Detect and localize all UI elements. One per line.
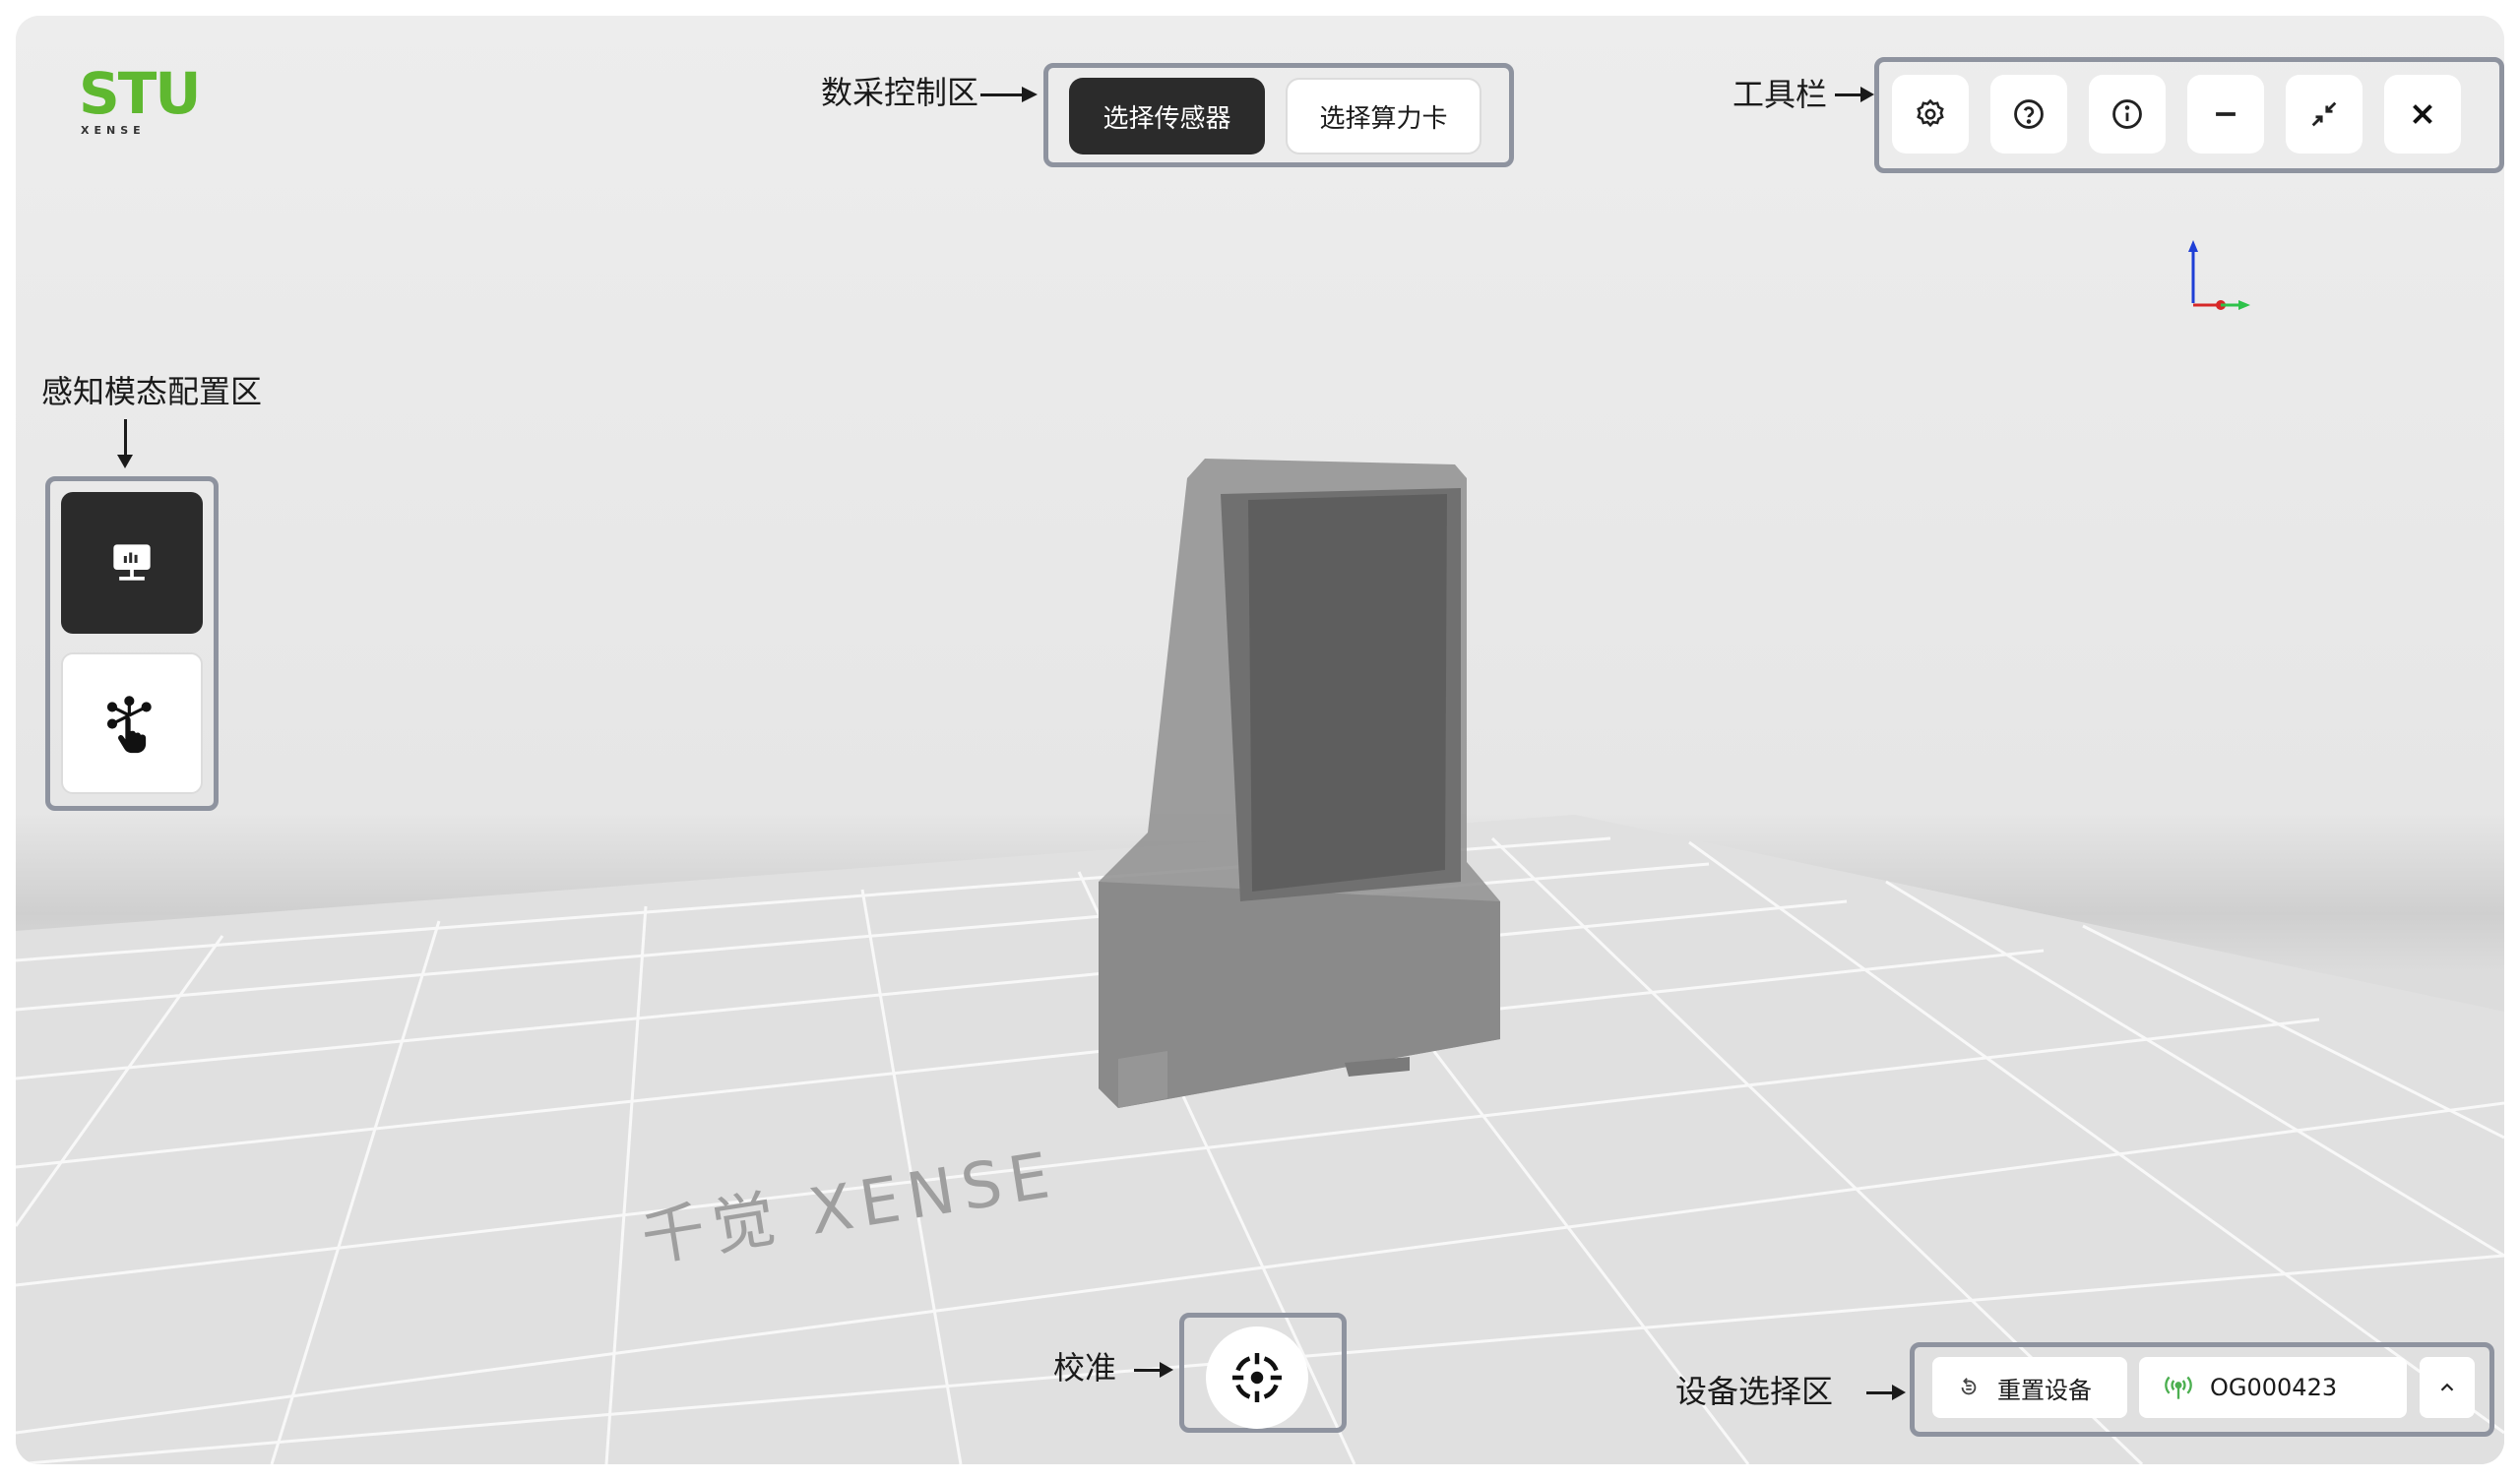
- arrow-head-icon: [1892, 1385, 1906, 1400]
- reset-device-label: 重置设备: [1997, 1376, 2092, 1404]
- reset-device-button[interactable]: 重置设备: [1932, 1357, 2127, 1418]
- data-control-group: 选择传感器 选择算力卡: [1043, 63, 1514, 167]
- select-card-button[interactable]: 选择算力卡: [1286, 78, 1481, 154]
- calibrate-button[interactable]: [1206, 1326, 1308, 1429]
- settings-button[interactable]: [1892, 75, 1969, 154]
- toolbar: [1874, 57, 2504, 173]
- chevron-up-icon: [2440, 1383, 2454, 1391]
- close-button[interactable]: [2384, 75, 2461, 154]
- app-window: 千觉 XENSE STU XENSE 数采控制区 选择传感器 选择算力卡 工具栏…: [16, 16, 2504, 1464]
- device-selector[interactable]: OG000423: [2139, 1357, 2407, 1418]
- gear-icon: [1917, 98, 1944, 128]
- select-sensor-button[interactable]: 选择传感器: [1069, 78, 1265, 154]
- 3d-viewport[interactable]: 千觉 XENSE: [16, 16, 2504, 1464]
- crosshair-icon: [1232, 1353, 1282, 1402]
- arrow-head-icon: [1160, 1362, 1173, 1378]
- signal-icon: [2165, 1376, 2192, 1399]
- data-control-annotation: 数采控制区: [821, 74, 979, 111]
- arrow-head-icon: [1022, 87, 1038, 102]
- tactile-mode-button[interactable]: [61, 652, 203, 794]
- minimize-icon: [2216, 112, 2236, 116]
- tactile-touch-icon: [106, 696, 152, 754]
- device-id: OG000423: [2210, 1374, 2338, 1401]
- calibrate-group: [1179, 1313, 1347, 1433]
- help-icon: [2014, 99, 2044, 129]
- arrow-icon: [124, 419, 127, 459]
- arrow-icon: [980, 93, 1026, 96]
- minimize-button[interactable]: [2187, 75, 2264, 154]
- device-select-group: 重置设备 OG000423: [1910, 1342, 2494, 1437]
- restore-button[interactable]: [2286, 75, 2362, 154]
- visual-monitor-icon: [113, 544, 151, 581]
- info-icon: [2112, 99, 2142, 129]
- brand-logo: STU XENSE: [79, 60, 201, 154]
- help-button[interactable]: [1990, 75, 2067, 154]
- toolbar-annotation: 工具栏: [1732, 76, 1828, 113]
- perception-annotation: 感知模态配置区: [41, 373, 263, 410]
- arrow-head-icon: [117, 455, 133, 468]
- arrow-head-icon: [1860, 87, 1874, 102]
- logo-text: STU: [79, 60, 201, 127]
- perception-mode-panel: [45, 476, 219, 811]
- restore-icon: [2311, 101, 2337, 127]
- close-icon: [2413, 104, 2432, 124]
- reset-icon: [1961, 1378, 1977, 1395]
- expand-device-list-button[interactable]: [2420, 1357, 2475, 1418]
- visual-mode-button[interactable]: [61, 492, 203, 634]
- calibrate-annotation: 校准: [1053, 1349, 1117, 1387]
- device-select-annotation: 设备选择区: [1675, 1373, 1834, 1410]
- info-button[interactable]: [2089, 75, 2166, 154]
